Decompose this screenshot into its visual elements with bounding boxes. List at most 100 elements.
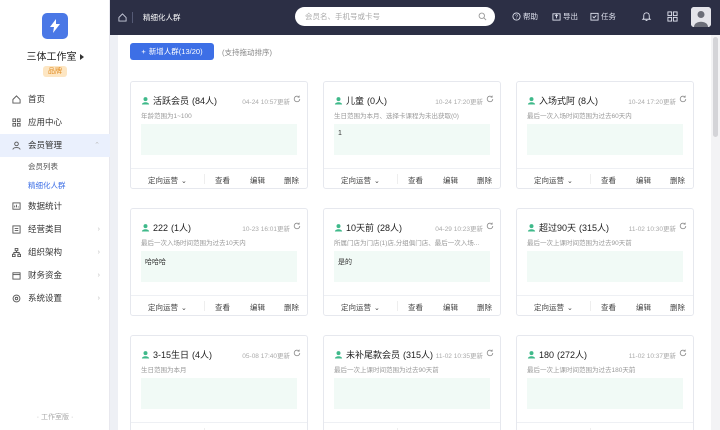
segment-card[interactable]: 未补尾款会员 (315人) 11-02 10:35更新 最后一次上课时间范围为过去90… xyxy=(323,335,501,430)
segment-card[interactable]: 3-15生日(4人) 05-08 17:40更新生日范围为本月定向运营查看编辑删除 xyxy=(130,335,308,430)
directed-ops-dropdown[interactable]: 定向运营 xyxy=(341,175,380,186)
sidebar-item-stats[interactable]: 数据统计 xyxy=(0,195,110,218)
segment-note xyxy=(334,378,490,409)
app-logo[interactable] xyxy=(42,13,68,39)
sidebar-item-org[interactable]: 组织架构 › xyxy=(0,241,110,264)
card-actions: 定向运营 查看 编辑 删除 xyxy=(131,295,307,315)
refresh-icon[interactable] xyxy=(486,222,494,230)
action-divider xyxy=(397,174,398,184)
delete-button[interactable]: 删除 xyxy=(284,175,299,186)
refresh-icon[interactable] xyxy=(293,95,301,103)
breadcrumb-divider xyxy=(132,12,133,23)
delete-button[interactable]: 删除 xyxy=(284,302,299,313)
directed-ops-dropdown[interactable]: 定向运营 xyxy=(148,175,187,186)
segment-count: (272人) xyxy=(557,350,588,360)
refresh-icon[interactable] xyxy=(486,95,494,103)
view-button[interactable]: 查看 xyxy=(215,302,230,313)
card-actions: 定向运营查看编辑删除 xyxy=(324,422,500,430)
apps-grid-icon[interactable] xyxy=(667,11,678,22)
group-icon xyxy=(334,351,343,359)
company-switcher[interactable]: 三体工作室 xyxy=(0,48,110,63)
updated-time: 10-24 17:20更新 xyxy=(628,99,676,106)
segment-title: 入场式阿 (8人) xyxy=(527,94,598,107)
caret-right-icon xyxy=(79,54,84,61)
segment-name: 10天前 xyxy=(346,223,375,233)
home-icon[interactable] xyxy=(118,13,127,22)
edit-button[interactable]: 编辑 xyxy=(443,302,458,313)
segment-count: (315人) xyxy=(403,350,434,360)
segment-count: (8人) xyxy=(578,96,599,106)
help-link[interactable]: ? 帮助 xyxy=(512,11,538,22)
delete-button[interactable]: 删除 xyxy=(477,302,492,313)
refresh-icon[interactable] xyxy=(293,222,301,230)
action-divider xyxy=(590,174,591,184)
sidebar-subitem-member-list[interactable]: 会员列表 xyxy=(0,157,110,176)
edit-button[interactable]: 编辑 xyxy=(443,175,458,186)
sidebar-nav: 首页 应用中心 会员管理 ⌃ 会员列表 精细化人群 数据统计 经营类目 › 组织… xyxy=(0,88,110,310)
sidebar-item-settings[interactable]: 系统设置 › xyxy=(0,287,110,310)
refresh-icon[interactable] xyxy=(679,95,687,103)
delete-button[interactable]: 删除 xyxy=(670,175,685,186)
sidebar-item-members[interactable]: 会员管理 ⌃ xyxy=(0,134,110,157)
edit-button[interactable]: 编辑 xyxy=(250,175,265,186)
sidebar-item-apps[interactable]: 应用中心 xyxy=(0,111,110,134)
segment-name: 入场式阿 xyxy=(539,96,576,106)
view-button[interactable]: 查看 xyxy=(408,302,423,313)
chart-icon xyxy=(12,202,21,210)
plus-icon: + xyxy=(141,47,146,56)
updated-time: 10-24 17:20更新 xyxy=(435,99,483,106)
refresh-icon[interactable] xyxy=(486,349,494,357)
company-name: 三体工作室 xyxy=(26,52,77,63)
segment-card[interactable]: 活跃会员(84人) 04-24 10:57更新年龄范围为1~100 定向运营 查看 编辑… xyxy=(130,81,308,189)
segment-condition: 最后一次上课时间范围为过去90天前 xyxy=(334,367,439,374)
edit-button[interactable]: 编辑 xyxy=(250,302,265,313)
tasks-link[interactable]: 任务 xyxy=(590,11,616,22)
delete-button[interactable]: 删除 xyxy=(477,175,492,186)
add-segment-button[interactable]: + 新增人群(13/20) xyxy=(130,43,214,60)
add-segment-label: 新增人群(13/20) xyxy=(148,47,203,56)
segment-note: 哈哈哈 xyxy=(141,251,297,282)
segment-count: (0人) xyxy=(367,96,388,106)
directed-ops-dropdown[interactable]: 定向运营 xyxy=(148,302,187,313)
sidebar-item-home[interactable]: 首页 xyxy=(0,88,110,111)
directed-ops-dropdown[interactable]: 定向运营 xyxy=(341,302,380,313)
sidebar-item-finance[interactable]: 财务资金 › xyxy=(0,264,110,287)
segment-card[interactable]: 儿童 (0人) 10-24 17:20更新 生日范围为本月、选择卡课程为未出获取(0)… xyxy=(323,81,501,189)
refresh-icon[interactable] xyxy=(679,349,687,357)
bell-icon[interactable] xyxy=(641,11,652,22)
action-divider xyxy=(397,301,398,311)
directed-ops-dropdown[interactable]: 定向运营 xyxy=(534,175,573,186)
segment-name: 儿童 xyxy=(346,96,365,106)
sidebar-item-categories[interactable]: 经营类目 › xyxy=(0,218,110,241)
edit-button[interactable]: 编辑 xyxy=(636,302,651,313)
sidebar-subitem-segments[interactable]: 精细化人群 xyxy=(0,176,110,195)
view-button[interactable]: 查看 xyxy=(408,175,423,186)
group-icon xyxy=(141,97,150,105)
edit-button[interactable]: 编辑 xyxy=(636,175,651,186)
sidebar-item-label: 首页 xyxy=(28,94,46,104)
segment-card[interactable]: 入场式阿 (8人) 10-24 17:20更新 最后一次入场时间范围为过去60天内 定向… xyxy=(516,81,694,189)
plan-badge: 品牌 xyxy=(43,66,67,77)
action-divider xyxy=(204,174,205,184)
refresh-icon[interactable] xyxy=(679,222,687,230)
segment-title: 超过90天 (315人) xyxy=(527,221,609,234)
group-icon xyxy=(141,224,150,232)
segment-card[interactable]: 10天前 (28人) 04-29 10:23更新 所属门店为门店(1)店,分组俱门店、… xyxy=(323,208,501,316)
view-button[interactable]: 查看 xyxy=(601,175,616,186)
avatar[interactable] xyxy=(691,7,711,27)
search-icon[interactable] xyxy=(478,12,487,21)
directed-ops-dropdown[interactable]: 定向运营 xyxy=(534,302,573,313)
delete-button[interactable]: 删除 xyxy=(670,302,685,313)
scrollbar-thumb[interactable] xyxy=(713,37,718,137)
view-button[interactable]: 查看 xyxy=(215,175,230,186)
segment-card[interactable]: 180 (272人) 11-02 10:37更新 最后一次上课时间范围为过去180天前… xyxy=(516,335,694,430)
segment-card[interactable]: 222 (1人) 10-23 16:01更新 最后一次入场时间范围为过去10天内 哈哈哈… xyxy=(130,208,308,316)
segment-card[interactable]: 超过90天 (315人) 11-02 10:30更新 最后一次上课时间范围为过去90天… xyxy=(516,208,694,316)
search-input[interactable] xyxy=(295,7,495,26)
view-button[interactable]: 查看 xyxy=(601,302,616,313)
edition-label: · 工作室版 · xyxy=(36,414,74,421)
tasks-label: 任务 xyxy=(601,12,616,21)
segment-name: 未补尾款会员 xyxy=(346,350,401,360)
export-link[interactable]: 导出 xyxy=(552,11,578,22)
refresh-icon[interactable] xyxy=(293,349,301,357)
